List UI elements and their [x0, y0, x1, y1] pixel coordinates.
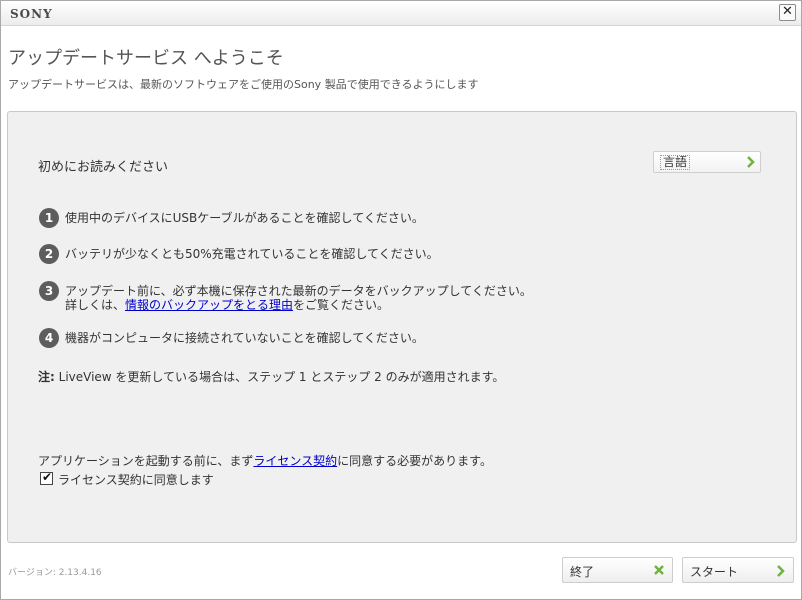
note-text: LiveView を更新している場合は、ステップ 1 とステップ 2 のみが適用…: [54, 370, 505, 384]
backup-reason-link[interactable]: 情報のバックアップをとる理由: [125, 298, 293, 312]
step-text-line1: アップデート前に、必ず本機に保存された最新のデータをバックアップしてください。: [65, 284, 532, 298]
step-text: 使用中のデバイスにUSBケーブルがあることを確認してください。: [65, 211, 424, 225]
license-suffix: に同意する必要があります。: [337, 454, 492, 468]
step-text-suffix: をご覧ください。: [293, 298, 390, 312]
step-text-prefix: 詳しくは、: [65, 298, 126, 312]
chevron-right-icon: [747, 156, 755, 168]
exit-button[interactable]: 終了: [562, 557, 673, 583]
chevron-right-icon: [777, 565, 785, 577]
step-text: 機器がコンピュータに接続されていないことを確認してください。: [65, 331, 424, 345]
step-text: アップデート前に、必ず本機に保存された最新のデータをバックアップしてください。 …: [65, 284, 532, 312]
agree-license-label[interactable]: ライセンス契約に同意します: [58, 473, 214, 487]
agree-license-checkbox[interactable]: ✔: [40, 470, 53, 485]
page-subtitle: アップデートサービスは、最新のソフトウェアをご使用のSony 製品で使用できるよ…: [8, 78, 479, 91]
exit-button-label: 終了: [570, 565, 595, 579]
close-x-icon: [654, 565, 664, 575]
agree-license-row[interactable]: ✔ ライセンス契約に同意します: [40, 470, 214, 488]
license-prefix: アプリケーションを起動する前に、まず: [38, 454, 254, 468]
read-first-heading: 初めにお読みください: [38, 160, 169, 175]
step-number-badge: 2: [39, 244, 59, 264]
license-agreement-link[interactable]: ライセンス契約: [253, 454, 337, 468]
instructions-panel: 初めにお読みください 言語 1 使用中のデバイスにUSBケーブルがあることを確認…: [7, 111, 797, 543]
start-button[interactable]: スタート: [682, 557, 794, 583]
app-window: SONY ✕ アップデートサービス へようこそ アップデートサービスは、最新のソ…: [0, 0, 802, 600]
step-text: バッテリが少なくとも50%充電されていることを確認してください。: [65, 247, 439, 261]
close-button[interactable]: ✕: [779, 4, 796, 21]
license-notice: アプリケーションを起動する前に、まずライセンス契約に同意する必要があります。: [38, 452, 492, 469]
checkmark-icon: ✔: [42, 470, 53, 484]
page-title: アップデートサービス へようこそ: [8, 48, 284, 69]
step-number-badge: 1: [39, 208, 59, 228]
title-bar: SONY ✕: [1, 1, 801, 26]
step-text-line2: 詳しくは、情報のバックアップをとる理由をご覧ください。: [65, 298, 532, 312]
step-number-badge: 3: [39, 281, 59, 301]
liveview-note: 注: LiveView を更新している場合は、ステップ 1 とステップ 2 のみ…: [38, 368, 504, 385]
version-label: バージョン: 2.13.4.16: [8, 568, 102, 578]
step-number-badge: 4: [39, 328, 59, 348]
language-button[interactable]: 言語: [653, 151, 761, 173]
sony-logo: SONY: [10, 7, 53, 21]
start-button-label: スタート: [690, 565, 739, 579]
note-label: 注:: [38, 370, 55, 384]
language-button-label: 言語: [660, 155, 691, 170]
